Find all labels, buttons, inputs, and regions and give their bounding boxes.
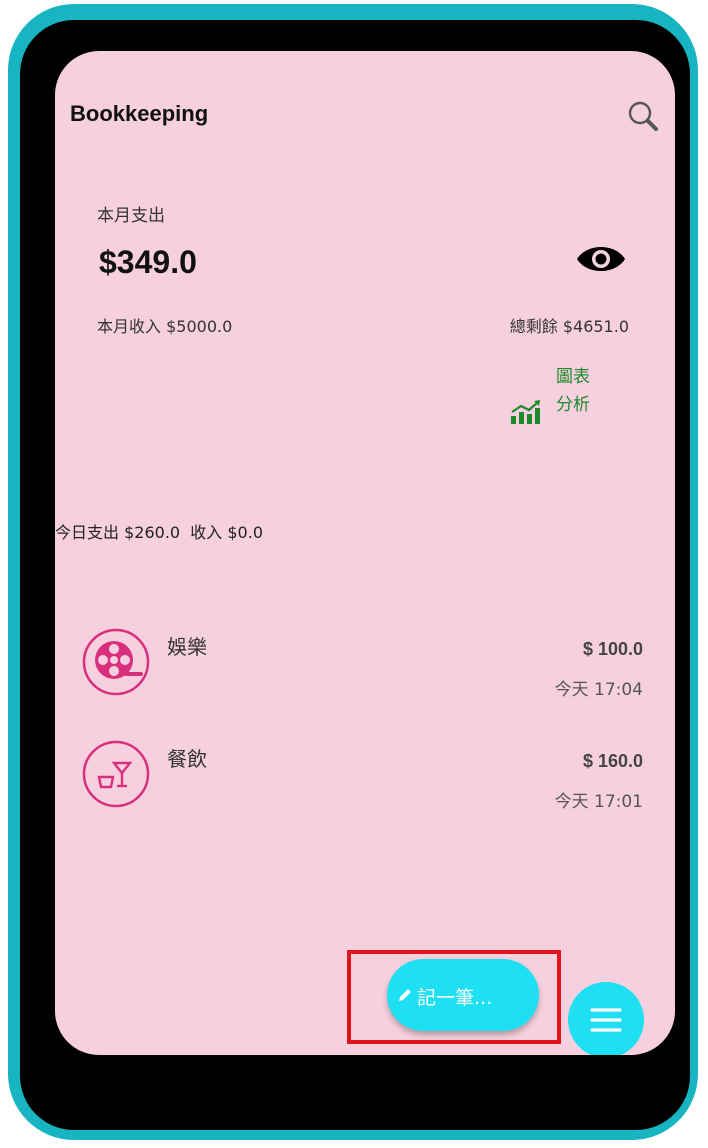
month-income-value: $5000.0 bbox=[166, 317, 233, 336]
menu-icon bbox=[590, 1008, 622, 1032]
eye-icon bbox=[577, 247, 625, 271]
today-spend-value: $260.0 bbox=[124, 523, 181, 542]
annotation-highlight-box bbox=[347, 950, 561, 1044]
app-screen: Bookkeeping 本月支出 $349.0 本月收入 $5000.0 總剩餘… bbox=[55, 51, 675, 1055]
transaction-item[interactable]: 餐飲 $ 160.0 今天 17:01 bbox=[77, 735, 651, 825]
transaction-time: 今天 17:01 bbox=[554, 792, 643, 812]
transaction-time: 今天 17:04 bbox=[554, 680, 643, 700]
food-drink-icon bbox=[82, 740, 150, 808]
chart-growth-icon bbox=[511, 400, 540, 424]
film-reel-icon bbox=[82, 628, 150, 696]
transaction-item[interactable]: 娛樂 $ 100.0 今天 17:04 bbox=[77, 623, 651, 713]
balance-label: 總剩餘 bbox=[509, 317, 558, 336]
chart-link-line1: 圖表 bbox=[556, 367, 590, 387]
chart-analysis-button[interactable]: 圖表 分析 bbox=[505, 363, 605, 433]
chart-link-line2: 分析 bbox=[556, 395, 590, 415]
toggle-visibility-button[interactable] bbox=[575, 241, 627, 277]
balance: 總剩餘 $4651.0 bbox=[510, 313, 629, 337]
search-icon bbox=[628, 101, 658, 131]
today-summary: 今日支出 $260.0 收入 $0.0 bbox=[55, 519, 263, 543]
transaction-amount: $ 100.0 bbox=[582, 639, 643, 659]
today-income-value: $0.0 bbox=[227, 523, 263, 542]
month-spend-value: $349.0 bbox=[99, 244, 197, 280]
month-income: 本月收入 $5000.0 bbox=[97, 313, 232, 337]
search-button[interactable] bbox=[623, 96, 663, 136]
transaction-category: 娛樂 bbox=[167, 635, 207, 659]
today-income-label: 收入 bbox=[190, 523, 223, 542]
month-income-label: 本月收入 bbox=[97, 317, 162, 336]
transaction-category: 餐飲 bbox=[167, 747, 207, 771]
menu-button[interactable] bbox=[568, 982, 644, 1055]
today-spend-label: 今日支出 bbox=[55, 523, 120, 542]
balance-value: $4651.0 bbox=[562, 317, 629, 336]
transaction-amount: $ 160.0 bbox=[582, 751, 643, 771]
app-title: Bookkeeping bbox=[70, 101, 209, 126]
month-spend-label: 本月支出 bbox=[97, 206, 165, 226]
